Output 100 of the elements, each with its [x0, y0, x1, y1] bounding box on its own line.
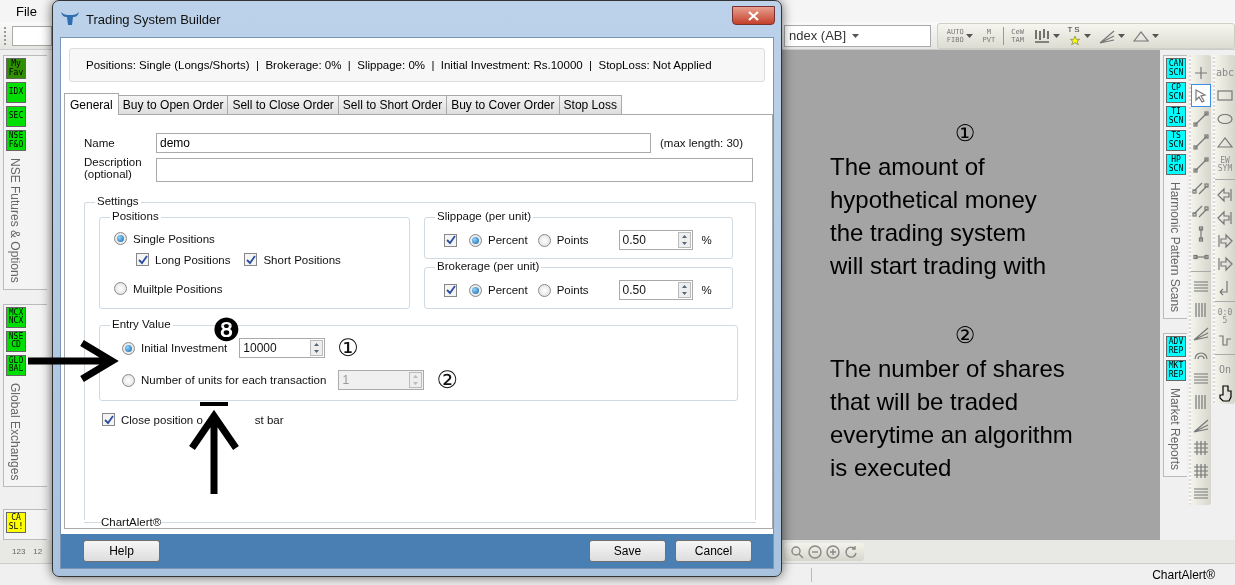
shortcut-badge[interactable]: CA SL!	[6, 512, 26, 533]
dialog-button[interactable]: Cancel	[675, 540, 752, 562]
shortcut-badge[interactable]: MKT REP	[1166, 360, 1186, 382]
checkbox[interactable]	[244, 253, 258, 266]
name-field[interactable]: demo	[156, 133, 651, 153]
horizontal-line-icon	[1193, 253, 1209, 260]
shortcut-badge[interactable]: MCX NCX	[6, 306, 26, 328]
checkbox[interactable]	[444, 283, 457, 297]
status-text: ChartAlert®	[811, 567, 1215, 582]
ruler-label[interactable]: 123	[12, 547, 26, 556]
radio-button[interactable]	[114, 282, 127, 295]
radio-button[interactable]	[114, 232, 127, 245]
horizontal-lines-icon	[1193, 373, 1209, 384]
field-hint: (max length: 30)	[660, 137, 744, 149]
close-button[interactable]	[732, 6, 775, 25]
radio-button[interactable]	[122, 341, 135, 355]
close-icon	[748, 10, 759, 21]
option-label: st bar	[254, 413, 284, 426]
caret-icon	[966, 33, 974, 38]
tab[interactable]: Buy to Cover Order	[446, 95, 560, 114]
tab[interactable]: Buy to Open Order	[117, 95, 229, 114]
ruler-label[interactable]: 12	[33, 547, 43, 556]
shortcut-badge[interactable]: My Fav	[6, 58, 26, 79]
note-number: ①	[953, 120, 977, 146]
group-title: Settings	[95, 195, 141, 207]
note-text: The amount of hypothetical money the trading system will start trading with	[830, 152, 1048, 281]
right-arrow-icon	[1216, 254, 1234, 273]
bull-head-icon	[60, 11, 80, 27]
zoom-in-icon[interactable]	[826, 544, 840, 559]
tab[interactable]: Sell to Close Order	[227, 95, 339, 114]
shortcut-badge[interactable]: SEC	[6, 106, 26, 127]
shortcut-badge[interactable]: GLOBAL	[6, 354, 26, 376]
dialog-title: Trading System Builder	[86, 11, 221, 27]
right-arrow-icon	[1216, 231, 1234, 250]
refresh-icon[interactable]	[844, 544, 858, 559]
checkbox[interactable]	[136, 253, 149, 266]
summary-text: Positions: Single (Longs/Shorts) | Brokerage: 0% | Slippage: 0% | Initial Investment: Rs.10000 | StopLoss: Not Applied	[69, 48, 765, 82]
radio-button[interactable]	[469, 233, 482, 247]
tab[interactable]: General	[64, 93, 119, 115]
option-label: Percent	[488, 284, 528, 296]
sidebar-tab-label[interactable]: NSE Futures & Options	[6, 154, 22, 283]
option-label: Close position o	[121, 413, 203, 426]
description-field[interactable]	[156, 158, 753, 182]
sidebar-tab-label[interactable]: Harmonic Pattern Scans	[1166, 178, 1182, 313]
option-label: Short Positions	[263, 253, 341, 266]
text-field[interactable]	[12, 25, 52, 46]
star-label: TS	[1067, 25, 1082, 34]
shortcut-badge[interactable]: HP SCN	[1166, 154, 1186, 175]
arcs-icon	[1194, 351, 1208, 360]
caret-icon	[1083, 33, 1091, 38]
radio-button[interactable]	[537, 283, 551, 297]
index-dropdown[interactable]: ndex (AB]	[784, 24, 932, 47]
group-title: Positions	[110, 210, 161, 222]
option-label: Percent	[488, 234, 528, 246]
callout-number: ②	[436, 368, 458, 392]
caret-icon	[1151, 33, 1159, 38]
pointer-hand-icon	[1216, 383, 1234, 402]
zoom-out-icon[interactable]	[808, 544, 822, 559]
tab[interactable]: Stop Loss	[558, 95, 622, 114]
radio-button[interactable]	[537, 233, 551, 247]
horizontal-lines-icon	[1193, 488, 1209, 499]
shortcut-badge[interactable]: CAN SCN	[1166, 58, 1186, 79]
option-label: Points	[556, 284, 589, 296]
shortcut-badge[interactable]: NSE CD	[6, 330, 26, 352]
caret-icon	[1117, 33, 1125, 38]
toolbar-tool[interactable]: TS	[1065, 25, 1093, 46]
shortcut-badge[interactable]: NSE F&O	[6, 130, 26, 151]
left-arrow-icon	[1216, 185, 1234, 204]
sidebar-tab-label[interactable]: Global Exchanges	[6, 378, 22, 481]
shortcut-badge[interactable]: CP SCN	[1166, 82, 1186, 103]
checkbox[interactable]	[444, 233, 457, 247]
number-spinner[interactable]: 0.50	[618, 230, 693, 250]
note-text: The number of shares that will be traded everytime an algorithm is executed	[830, 354, 1074, 483]
shortcut-badge[interactable]: TS SCN	[1166, 130, 1186, 151]
search-icon[interactable]	[790, 544, 804, 559]
sidebar-tab-label[interactable]: Market Reports	[1166, 384, 1182, 471]
tab[interactable]: Sell to Short Order	[337, 95, 448, 114]
field-label: Description (optional)	[84, 156, 143, 180]
help-button[interactable]: Help	[83, 540, 160, 562]
option-label: Long Positions	[155, 253, 231, 266]
shortcut-badge[interactable]: TI SCN	[1166, 106, 1186, 127]
callout-number: ①	[337, 336, 359, 360]
note-number: ②	[953, 322, 977, 348]
option-label: Single Positions	[133, 232, 215, 245]
menu-item[interactable]: File	[14, 1, 39, 21]
option-label: Number of units for each transaction	[141, 374, 327, 386]
shortcut-badge[interactable]: IDX	[6, 82, 26, 103]
line-tool-icon	[1192, 109, 1210, 128]
bars-icon	[1033, 26, 1052, 45]
number-spinner[interactable]: 0.50	[618, 280, 693, 300]
group-title: Slippage (per unit)	[435, 210, 533, 222]
dialog-button[interactable]: Save	[589, 540, 666, 562]
shortcut-badge[interactable]: ADV REP	[1166, 336, 1186, 358]
unit-label: %	[701, 284, 712, 296]
checkbox[interactable]	[102, 413, 115, 426]
group-title: Entry Value	[110, 318, 173, 330]
option-label: Muiltple Positions	[133, 282, 223, 295]
number-spinner[interactable]: 10000	[239, 338, 326, 358]
radio-button[interactable]	[469, 283, 482, 297]
unit-label: %	[701, 234, 712, 246]
